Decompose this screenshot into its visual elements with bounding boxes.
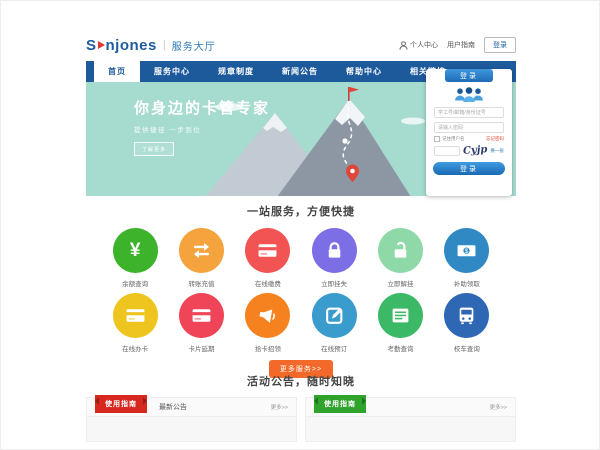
service-attendance-inquiry[interactable]: 考勤查询 (367, 293, 433, 353)
captcha-row: Cyjp 换一张 (434, 145, 504, 156)
login-options-row: 记住用户名 忘记密码 (434, 136, 504, 142)
service-subsidy-collection[interactable]: $ 补助领取 (434, 228, 500, 288)
service-grid: ¥ 余额查询 转账充值 在线缴费 立即挂失 (86, 219, 516, 358)
right-panel-body (305, 417, 516, 442)
captcha-input[interactable] (434, 146, 460, 156)
password-input[interactable] (434, 122, 504, 133)
service-transfer-recharge[interactable]: 转账充值 (168, 228, 234, 288)
nav-item-help-center[interactable]: 帮助中心 (332, 61, 396, 82)
user-guide-link[interactable]: 用户指南 (447, 40, 475, 50)
captcha-image[interactable]: Cyjp (463, 144, 488, 157)
usage-guide-ribbon[interactable]: 使用指南 (314, 395, 366, 413)
service-unfreeze-card[interactable]: 立即解挂 (367, 228, 433, 288)
nav-item-news[interactable]: 新闻公告 (268, 61, 332, 82)
username-input[interactable] (434, 107, 504, 118)
announcement-panels: 使用指南 最新公告 更多>> 使用指南 更多>> (86, 397, 516, 442)
logo-tagline: 服务大厅 (172, 38, 216, 53)
remember-checkbox[interactable] (434, 136, 440, 142)
unlock-icon (378, 228, 423, 273)
yen-icon: ¥ (113, 228, 158, 273)
personal-center-link[interactable]: 个人中心 (399, 40, 438, 50)
header-links: 个人中心 用户指南 登录 (399, 37, 516, 53)
right-more-link[interactable]: 更多>> (490, 403, 507, 411)
login-tab[interactable]: 登录 (445, 69, 493, 82)
service-report-loss[interactable]: 立即挂失 (301, 228, 367, 288)
user-icon (399, 41, 408, 50)
login-panel: 登录 记住用户名 忘记密码 Cyjp 换一张 登录 (426, 69, 512, 196)
logo-wordmark: Snjones (86, 37, 157, 54)
left-panel-body (86, 417, 297, 442)
logo: Snjones | 服务大厅 (86, 37, 216, 54)
site-header: Snjones | 服务大厅 个人中心 用户指南 登录 (86, 29, 516, 61)
logo-arrow-icon (98, 41, 105, 49)
card-icon (179, 293, 224, 338)
service-online-card-application[interactable]: 在线办卡 (102, 293, 168, 353)
header-login-button[interactable]: 登录 (484, 37, 516, 53)
remember-label: 记住用户名 (442, 136, 465, 142)
service-school-bus-inquiry[interactable]: 校车查询 (434, 293, 500, 353)
login-submit-button[interactable]: 登录 (433, 162, 505, 175)
page: Snjones | 服务大厅 个人中心 用户指南 登录 首页 服务中心 规章制度… (0, 0, 600, 450)
left-panel-header: 使用指南 最新公告 更多>> (86, 397, 297, 417)
card-icon (113, 293, 158, 338)
announcement-panel-right: 使用指南 更多>> (305, 397, 516, 442)
usage-guide-ribbon[interactable]: 使用指南 (95, 395, 147, 413)
service-balance-inquiry[interactable]: ¥ 余额查询 (102, 228, 168, 288)
services-title: 一站服务，方便快捷 (86, 196, 516, 219)
announcements-title: 活动公告，随时知晓 (86, 366, 516, 389)
announcement-panel-left: 使用指南 最新公告 更多>> (86, 397, 297, 442)
service-card-extension[interactable]: 卡片延期 (168, 293, 234, 353)
logo-separator: | (163, 39, 166, 51)
service-online-booking[interactable]: 在线预订 (301, 293, 367, 353)
service-found-card-claim[interactable]: 拾卡招领 (235, 293, 301, 353)
list-icon (378, 293, 423, 338)
lock-icon (312, 228, 357, 273)
users-icon (452, 86, 486, 103)
forgot-password-link[interactable]: 忘记密码 (486, 136, 504, 142)
services-section: 一站服务，方便快捷 ¥ 余额查询 转账充值 在线缴费 (86, 196, 516, 366)
svg-text:$: $ (465, 248, 469, 255)
banknote-icon: $ (444, 228, 489, 273)
mountain-illustration (194, 85, 444, 196)
latest-announcements-tab[interactable]: 最新公告 (159, 402, 187, 412)
service-online-payment[interactable]: 在线缴费 (235, 228, 301, 288)
card-icon (245, 228, 290, 273)
announcements-section: 活动公告，随时知晓 使用指南 最新公告 更多>> 使用指南 更多>> (86, 366, 516, 450)
right-panel-header: 使用指南 更多>> (305, 397, 516, 417)
captcha-refresh-link[interactable]: 换一张 (490, 148, 504, 154)
hero-cta-button[interactable]: 了解更多 (134, 142, 174, 156)
left-more-link[interactable]: 更多>> (271, 403, 288, 411)
bus-icon (444, 293, 489, 338)
transfer-icon (179, 228, 224, 273)
nav-item-rules[interactable]: 规章制度 (204, 61, 268, 82)
edit-icon (312, 293, 357, 338)
nav-item-home[interactable]: 首页 (94, 61, 140, 82)
nav-item-service-center[interactable]: 服务中心 (140, 61, 204, 82)
megaphone-icon (245, 293, 290, 338)
